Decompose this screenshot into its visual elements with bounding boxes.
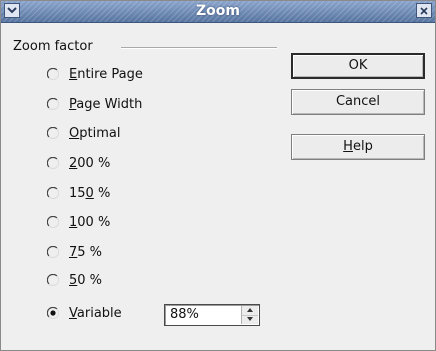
spin-buttons bbox=[241, 306, 258, 324]
radio-selected-icon[interactable] bbox=[47, 307, 59, 319]
radio-label: 100 % bbox=[69, 214, 111, 230]
radio-label: 75 % bbox=[69, 244, 103, 260]
zoom-dialog: Zoom Zoom factor Entire Page Page Width Op… bbox=[0, 0, 436, 351]
spin-down-arrow-icon bbox=[247, 317, 253, 321]
variable-zoom-value[interactable]: 88% bbox=[170, 305, 199, 325]
radio-label: 150 % bbox=[69, 185, 111, 201]
radio-label: Variable bbox=[69, 305, 122, 321]
group-separator bbox=[121, 47, 277, 49]
radio-label: Page Width bbox=[69, 96, 143, 112]
mnemonic-char: 5 bbox=[69, 272, 78, 288]
radio-icon[interactable] bbox=[47, 98, 59, 110]
radio-option-page-width[interactable]: Page Width bbox=[47, 95, 142, 113]
radio-label: 200 % bbox=[69, 155, 111, 171]
mnemonic-char: E bbox=[69, 66, 78, 82]
radio-option-100[interactable]: 100 % bbox=[47, 213, 110, 231]
radio-option-entire-page[interactable]: Entire Page bbox=[47, 65, 143, 83]
radio-option-75[interactable]: 75 % bbox=[47, 243, 102, 261]
mnemonic-char: 1 bbox=[69, 214, 78, 230]
close-button[interactable] bbox=[416, 3, 432, 18]
mnemonic-char: V bbox=[69, 305, 77, 321]
close-icon bbox=[420, 7, 428, 15]
zoom-factor-group-label: Zoom factor bbox=[13, 39, 93, 54]
spin-down-button[interactable] bbox=[242, 315, 258, 324]
ok-button[interactable]: OK bbox=[291, 53, 425, 79]
mnemonic-char: O bbox=[69, 125, 80, 141]
spin-up-arrow-icon bbox=[247, 308, 253, 312]
mnemonic-char: 7 bbox=[69, 244, 78, 260]
radio-icon[interactable] bbox=[47, 274, 59, 286]
radio-option-150[interactable]: 150 % bbox=[47, 184, 110, 202]
radio-label: Optimal bbox=[69, 125, 121, 141]
mnemonic-char: 0 bbox=[85, 185, 94, 201]
radio-icon[interactable] bbox=[47, 246, 59, 258]
mnemonic-char: 2 bbox=[69, 155, 78, 171]
radio-icon[interactable] bbox=[47, 127, 59, 139]
radio-option-200[interactable]: 200 % bbox=[47, 154, 110, 172]
radio-icon[interactable] bbox=[47, 187, 59, 199]
radio-icon[interactable] bbox=[47, 157, 59, 169]
window-title: Zoom bbox=[196, 3, 240, 19]
mnemonic-char: P bbox=[69, 96, 77, 112]
radio-option-variable[interactable]: Variable bbox=[47, 304, 122, 322]
radio-option-50[interactable]: 50 % bbox=[47, 271, 102, 289]
radio-option-optimal[interactable]: Optimal bbox=[47, 124, 120, 142]
help-button[interactable]: Help bbox=[291, 134, 425, 160]
mnemonic-char: H bbox=[343, 139, 353, 154]
radio-icon[interactable] bbox=[47, 68, 59, 80]
title-bar: Zoom bbox=[1, 1, 435, 23]
radio-label: 50 % bbox=[69, 272, 103, 288]
variable-zoom-spinbox[interactable]: 88% bbox=[164, 304, 260, 326]
cancel-button[interactable]: Cancel bbox=[291, 89, 425, 115]
radio-label: Entire Page bbox=[69, 66, 143, 82]
help-button-label: Help bbox=[343, 139, 373, 154]
radio-icon[interactable] bbox=[47, 216, 59, 228]
